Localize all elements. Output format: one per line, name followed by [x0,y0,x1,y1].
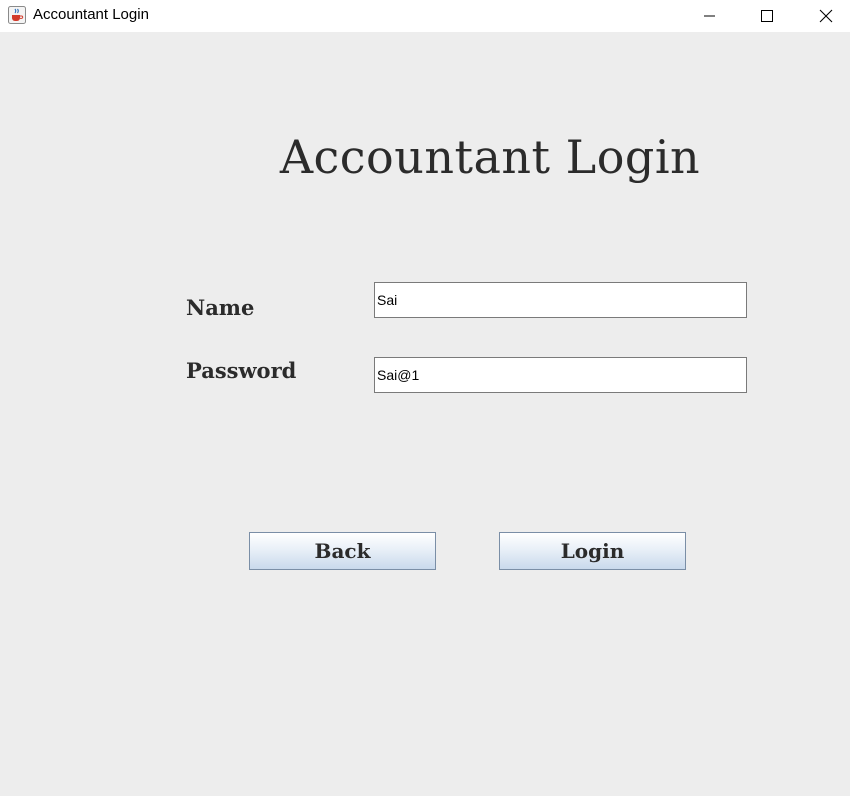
accountant-login-window: Accountant Login Accountant Login Name P… [0,0,850,797]
close-icon [819,9,833,23]
back-button[interactable]: Back [249,532,436,570]
login-button[interactable]: Login [499,532,686,570]
close-button[interactable] [803,0,849,32]
java-coffee-cup-icon [8,6,26,24]
password-field[interactable] [374,357,747,393]
maximize-button[interactable] [744,0,790,32]
minimize-button[interactable] [687,0,733,32]
maximize-icon [761,10,773,22]
password-label: Password [186,358,297,383]
minimize-icon [704,15,715,17]
name-label: Name [186,295,255,320]
title-bar[interactable]: Accountant Login [0,0,850,32]
page-title: Accountant Login [279,130,701,184]
name-field[interactable] [374,282,747,318]
window-title: Accountant Login [33,6,149,23]
